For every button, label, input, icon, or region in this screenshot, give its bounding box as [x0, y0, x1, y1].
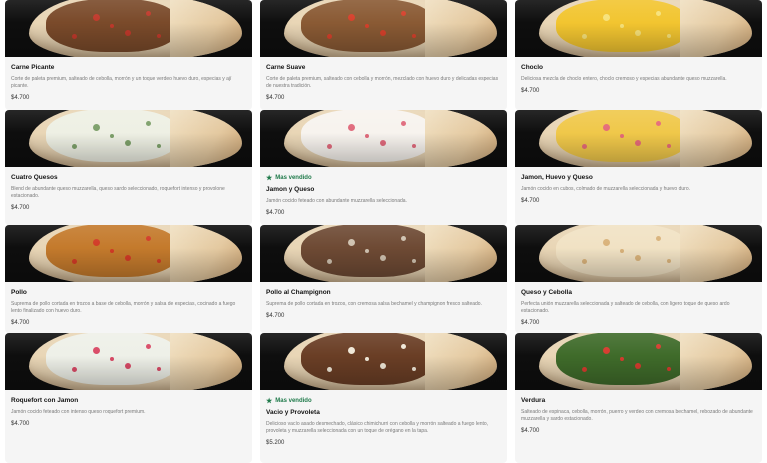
badge-label: Mas vendido: [275, 398, 312, 404]
product-name: Carne Suave: [266, 64, 306, 71]
product-card[interactable]: Jamon, Huevo y Queso Jamón cocido en cubo…: [515, 110, 762, 225]
product-image: [515, 0, 762, 57]
product-price: $4.700: [266, 313, 285, 319]
product-card[interactable]: Roquefort con Jamon Jamón cocido feteado …: [5, 333, 252, 463]
product-card[interactable]: Pollo al Champignon Suprema de pollo cort…: [260, 225, 507, 333]
product-description: Deliciosa mezcla de choclo entero, chocl…: [521, 76, 727, 82]
product-name: Verdura: [521, 397, 546, 404]
product-name: Roquefort con Jamon: [11, 397, 79, 404]
product-description: Corte de paleta premium, salteado con ce…: [266, 76, 499, 89]
product-price: $4.700: [521, 428, 540, 434]
product-name: Queso y Cebolla: [521, 289, 572, 296]
product-image: [5, 0, 252, 57]
product-price: $4.700: [11, 205, 30, 211]
product-image: [5, 225, 252, 282]
product-image: [515, 110, 762, 167]
product-grid: Carne Picante Corte de paleta premium, sa…: [0, 0, 767, 463]
badge-label: Mas vendido: [275, 175, 312, 181]
product-description: Jamón cocido feteado con abundante muzza…: [266, 198, 407, 204]
star-icon: ★: [266, 398, 273, 405]
product-description: Delicioso vacío asado desmechado, clásic…: [266, 421, 489, 434]
product-card[interactable]: Pollo Suprema de pollo cortada en trozos …: [5, 225, 252, 333]
product-description: Blend de abundante queso muzzarella, que…: [11, 186, 225, 199]
product-name: Pollo al Champignon: [266, 289, 331, 296]
product-card[interactable]: ★ Mas vendido Jamon y Queso Jamón cocido fe…: [260, 110, 507, 225]
product-card[interactable]: Verdura Salteado de espinaca, cebolla, mo…: [515, 333, 762, 463]
product-name: Jamon, Huevo y Queso: [521, 174, 593, 181]
star-icon: ★: [266, 175, 273, 182]
product-image: [5, 333, 252, 390]
product-card[interactable]: Cuatro Quesos Blend de abundante queso mu…: [5, 110, 252, 225]
product-price: $4.700: [11, 95, 30, 101]
product-description: Jamón cocido en cubos, colmado de muzzar…: [521, 186, 690, 192]
product-image: [515, 333, 762, 390]
product-card[interactable]: Carne Picante Corte de paleta premium, sa…: [5, 0, 252, 110]
product-description: Suprema de pollo cortada en trozos, con …: [266, 301, 482, 307]
product-name: Jamon y Queso: [266, 186, 315, 193]
best-seller-badge: ★ Mas vendido: [266, 174, 501, 182]
product-name: Carne Picante: [11, 64, 55, 71]
product-price: $5.200: [266, 440, 285, 446]
product-price: $4.700: [521, 88, 540, 94]
product-description: Jamón cocido feteado con intenso queso r…: [11, 409, 146, 415]
product-price: $4.700: [521, 198, 540, 204]
product-price: $4.700: [266, 210, 285, 216]
best-seller-badge: ★ Mas vendido: [266, 397, 501, 405]
product-description: Corte de paleta premium, salteado de ceb…: [11, 76, 232, 89]
product-description: Suprema de pollo cortada en trozos a bas…: [11, 301, 236, 314]
product-name: Cuatro Quesos: [11, 174, 58, 181]
product-description: Perfecta unión muzzarella seleccionada y…: [521, 301, 730, 314]
product-name: Pollo: [11, 289, 27, 296]
product-image: [260, 110, 507, 167]
product-name: Vacio y Provoleta: [266, 409, 320, 416]
product-card[interactable]: Carne Suave Corte de paleta premium, salt…: [260, 0, 507, 110]
product-card[interactable]: ★ Mas vendido Vacio y Provoleta Delicioso v…: [260, 333, 507, 463]
product-image: [515, 225, 762, 282]
product-price: $4.700: [11, 320, 30, 326]
product-price: $4.700: [11, 421, 30, 427]
product-description: Salteado de espinaca, cebolla, morrón, p…: [521, 409, 753, 422]
product-card[interactable]: Choclo Deliciosa mezcla de choclo entero,…: [515, 0, 762, 110]
product-image: [5, 110, 252, 167]
product-card[interactable]: Queso y Cebolla Perfecta unión muzzarella…: [515, 225, 762, 333]
product-price: $4.700: [266, 95, 285, 101]
product-image: [260, 333, 507, 390]
product-price: $4.700: [521, 320, 540, 326]
product-image: [260, 225, 507, 282]
product-image: [260, 0, 507, 57]
product-name: Choclo: [521, 64, 544, 71]
